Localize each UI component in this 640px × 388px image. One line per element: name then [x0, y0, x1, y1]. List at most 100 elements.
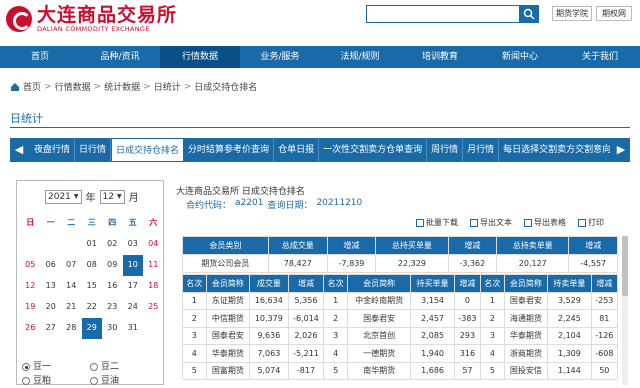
table-cell: 2,104 — [547, 326, 592, 345]
calendar-day[interactable]: 03 — [123, 234, 144, 255]
calendar-day[interactable]: 08 — [82, 255, 103, 276]
contract-code: a2201 — [235, 198, 264, 208]
nav-rules[interactable]: 法规/规则 — [320, 46, 400, 68]
calendar-day[interactable]: 12 — [20, 276, 41, 297]
calendar-day[interactable]: 06 — [41, 255, 62, 276]
table-cell: -383 — [453, 309, 482, 328]
column-header: 增减 — [590, 274, 619, 293]
tab-delivery-intention[interactable]: 每日选择交割卖方交割意向表 — [499, 138, 610, 162]
calendar-day[interactable]: 05 — [20, 255, 41, 276]
table-cell: 3 — [480, 326, 505, 345]
calendar-day[interactable]: 23 — [102, 297, 123, 318]
calendar-day[interactable]: 02 — [102, 234, 123, 255]
calendar-day[interactable]: 11 — [143, 255, 164, 276]
table-cell: 5,074 — [249, 361, 289, 380]
chevron-left-icon[interactable]: ◀ — [10, 138, 28, 162]
calendar-day[interactable]: 28 — [61, 318, 82, 339]
calendar-day[interactable]: 10 — [122, 255, 143, 276]
nav-business-services[interactable]: 业务/服务 — [240, 46, 320, 68]
options-site-link[interactable]: 期权网 — [596, 6, 632, 21]
batch-download-button[interactable]: 批量下载 — [416, 217, 458, 228]
calendar-day[interactable]: 20 — [41, 297, 62, 318]
calendar-day[interactable]: 01 — [82, 234, 103, 255]
table-cell: 81 — [590, 309, 619, 328]
search-button[interactable] — [519, 5, 539, 23]
table-cell: 2 — [323, 309, 348, 328]
calendar-day[interactable]: 24 — [123, 297, 144, 318]
nav-market-data[interactable]: 行情数据 — [160, 46, 240, 68]
calendar-day[interactable]: 25 — [143, 297, 164, 318]
tab-monthly-market[interactable]: 月行情 — [463, 138, 500, 162]
tab-warehouse-receipt[interactable]: 仓单日报 — [274, 138, 320, 162]
futures-academy-link[interactable]: 期货学院 — [552, 6, 592, 21]
calendar-day[interactable]: 04 — [143, 234, 164, 255]
ranking-table: 名次 会员简称 成交量 增减 名次 会员简称 持买单量 增减 名次 会员简称 持卖单量 增减 1 东证期… — [182, 274, 619, 380]
table-cell: -608 — [590, 344, 619, 363]
breadcrumb-statistics[interactable]: 统计数据 — [104, 80, 140, 93]
radio-unchecked-icon — [90, 377, 98, 385]
calendar-day[interactable]: 15 — [82, 276, 103, 297]
tab-settlement-price[interactable]: 分时结算参考价查询 — [184, 138, 275, 162]
export-text-button[interactable]: 导出文本 — [470, 217, 512, 228]
tab-delivery-receipt[interactable]: 一次性交割卖方仓单查询 — [319, 138, 428, 162]
calendar-day[interactable]: 09 — [102, 255, 123, 276]
table-cell: 5 — [480, 361, 505, 380]
radio-soybean-meal[interactable]: 豆粕 — [22, 374, 90, 388]
month-select[interactable]: 12 ▼ — [99, 189, 125, 204]
calendar-day[interactable]: 19 — [20, 297, 41, 318]
calendar-day[interactable]: 31 — [123, 318, 144, 339]
calendar-day[interactable]: 27 — [41, 318, 62, 339]
calendar-day[interactable]: 17 — [123, 276, 144, 297]
print-button[interactable]: 打印 — [578, 217, 604, 228]
export-table-button[interactable]: 导出表格 — [524, 217, 566, 228]
calendar-day[interactable]: 26 — [20, 318, 41, 339]
nav-products-news[interactable]: 品种/资讯 — [80, 46, 160, 68]
calendar-day[interactable]: 16 — [102, 276, 123, 297]
breadcrumb-market-data[interactable]: 行情数据 — [55, 80, 91, 93]
radio-soybean-1[interactable]: 豆一 — [22, 360, 90, 374]
calendar-day[interactable]: 22 — [82, 297, 103, 318]
table-cell: 1,309 — [547, 344, 592, 363]
nav-about-us[interactable]: 关于我们 — [560, 46, 640, 68]
scrollbar-thumb[interactable] — [622, 236, 628, 296]
table-cell: 4 — [323, 344, 348, 363]
table-cell: 3,529 — [547, 291, 592, 310]
table-cell: 57 — [453, 361, 482, 380]
table-cell: 国富期货 — [205, 361, 251, 380]
table-cell: 3 — [323, 326, 348, 345]
nav-home[interactable]: 首页 — [0, 46, 80, 68]
table-cell: 4 — [182, 344, 207, 363]
calendar-day[interactable]: 14 — [61, 276, 82, 297]
year-select[interactable]: 2021 ▼ — [45, 189, 82, 204]
breadcrumb-current: 日成交持仓排名 — [194, 83, 258, 93]
weekday-label: 四 — [108, 218, 117, 227]
radio-soybean-oil[interactable]: 豆油 — [90, 374, 158, 388]
calendar-day[interactable]: 21 — [61, 297, 82, 318]
calendar-day[interactable]: 18 — [143, 276, 164, 297]
calendar-day[interactable]: 29 — [81, 318, 102, 339]
dce-logo[interactable]: 大连商品交易所 DALIAN COMMODITY EXCHANGE — [6, 5, 177, 33]
weekday-label: 一 — [46, 218, 55, 227]
radio-unchecked-icon — [90, 363, 98, 371]
nav-training[interactable]: 培训教育 — [400, 46, 480, 68]
calendar-day[interactable]: 30 — [102, 318, 123, 339]
table-cell: 北京首创 — [346, 326, 412, 345]
tab-daily-ranking[interactable]: 日成交持仓排名 — [111, 138, 185, 162]
calendar-day — [61, 234, 82, 255]
chevron-down-icon: ▼ — [116, 192, 122, 200]
tab-night-market[interactable]: 夜盘行情 — [30, 138, 76, 162]
search-input[interactable] — [366, 5, 520, 23]
calendar-day[interactable]: 07 — [61, 255, 82, 276]
table-cell: 2 — [480, 309, 505, 328]
radio-soybean-2[interactable]: 豆二 — [90, 360, 158, 374]
table-cell: 2,245 — [547, 309, 592, 328]
tab-daily-market[interactable]: 日行情 — [75, 138, 112, 162]
tab-weekly-market[interactable]: 周行情 — [427, 138, 464, 162]
calendar-day[interactable]: 13 — [41, 276, 62, 297]
breadcrumb-daily-stats[interactable]: 日统计 — [154, 80, 181, 93]
breadcrumb-home[interactable]: 首页 — [23, 80, 41, 93]
chevron-right-icon[interactable]: ▶ — [612, 138, 630, 162]
scrollbar[interactable] — [622, 236, 628, 385]
table-cell: 期货公司会员 — [182, 254, 269, 273]
nav-news-center[interactable]: 新闻中心 — [480, 46, 560, 68]
